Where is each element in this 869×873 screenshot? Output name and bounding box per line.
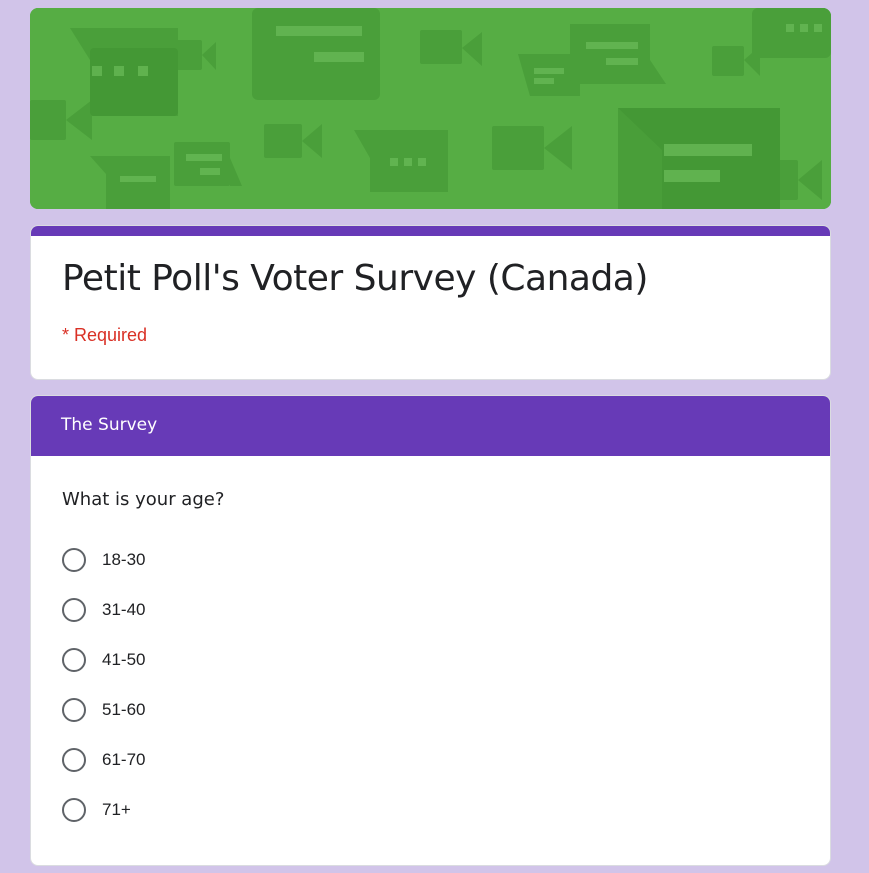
option-label: 61-70 [102,750,146,769]
form-title-card: Petit Poll's Voter Survey (Canada) * Req… [30,225,831,380]
age-option[interactable]: 61-70 [62,747,145,773]
option-label: 51-60 [102,700,146,719]
radio-button[interactable] [62,798,86,822]
form-page: Petit Poll's Voter Survey (Canada) * Req… [30,8,831,866]
section-header: The Survey [31,396,830,456]
survey-section-card: The Survey What is your age? 18-30 31-40… [30,395,831,866]
radio-button[interactable] [62,698,86,722]
option-label: 41-50 [102,650,146,669]
radio-button[interactable] [62,548,86,572]
radio-button[interactable] [62,748,86,772]
age-option[interactable]: 51-60 [62,697,145,723]
age-option[interactable]: 31-40 [62,597,145,623]
form-title: Petit Poll's Voter Survey (Canada) [62,258,648,299]
age-option[interactable]: 71+ [62,797,145,823]
header-banner [30,8,831,209]
option-label: 18-30 [102,550,146,569]
radio-button[interactable] [62,598,86,622]
age-option[interactable]: 18-30 [62,547,145,573]
title-card-accent [31,226,830,236]
age-options: 18-30 31-40 41-50 51-60 61-70 71+ [62,547,145,847]
question-age: What is your age? [62,489,225,510]
option-label: 71+ [102,800,131,819]
radio-button[interactable] [62,648,86,672]
section-title: The Survey [61,415,158,435]
age-option[interactable]: 41-50 [62,647,145,673]
option-label: 31-40 [102,600,146,619]
required-note: * Required [62,325,148,345]
banner-pattern [30,8,831,209]
